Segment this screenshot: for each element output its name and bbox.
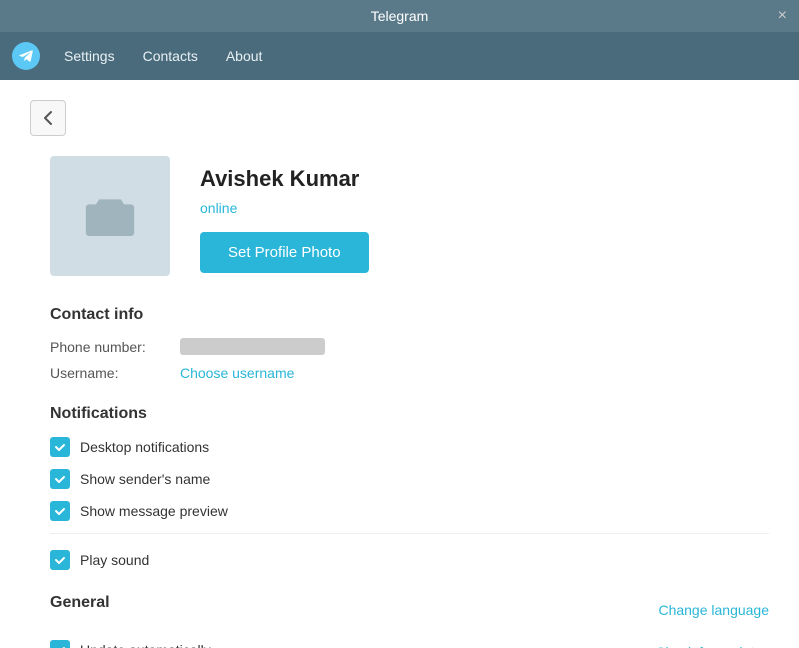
update-automatically-checkbox[interactable]: [50, 640, 70, 648]
title-bar: Telegram ×: [0, 0, 799, 32]
show-message-preview-label: Show message preview: [80, 503, 228, 519]
show-senders-name-checkbox[interactable]: [50, 469, 70, 489]
show-message-preview-row: Show message preview: [50, 501, 769, 521]
profile-status: online: [200, 200, 369, 216]
play-sound-checkbox[interactable]: [50, 550, 70, 570]
username-label: Username:: [50, 365, 180, 381]
menu-item-about[interactable]: About: [214, 42, 275, 70]
camera-icon: [85, 191, 135, 241]
check-icon: [54, 441, 66, 453]
check-icon: [54, 644, 66, 648]
app-logo: [12, 42, 40, 70]
update-automatically-label: Update automatically: [80, 642, 211, 648]
back-icon: [43, 110, 53, 126]
contact-info-section: Contact info Phone number: +91 301 302 0…: [50, 306, 769, 381]
close-button[interactable]: ×: [778, 8, 787, 24]
main-content: Avishek Kumar online Set Profile Photo C…: [0, 80, 799, 648]
notifications-section: Notifications Desktop notifications Show…: [50, 405, 769, 570]
play-sound-label: Play sound: [80, 552, 149, 568]
set-profile-photo-button[interactable]: Set Profile Photo: [200, 232, 369, 273]
check-icon: [54, 554, 66, 566]
profile-section: Avishek Kumar online Set Profile Photo: [50, 156, 769, 276]
play-sound-row: Play sound: [50, 550, 769, 570]
desktop-notifications-checkbox[interactable]: [50, 437, 70, 457]
menu-item-settings[interactable]: Settings: [52, 42, 127, 70]
profile-info: Avishek Kumar online Set Profile Photo: [200, 156, 369, 273]
notifications-title: Notifications: [50, 405, 769, 423]
check-for-updates-link[interactable]: Check for updates: [655, 644, 769, 648]
update-automatically-row: Update automatically: [50, 640, 211, 648]
phone-row: Phone number: +91 301 302 0000: [50, 338, 769, 355]
contact-info-title: Contact info: [50, 306, 769, 324]
show-message-preview-checkbox[interactable]: [50, 501, 70, 521]
back-button[interactable]: [30, 100, 66, 136]
profile-name: Avishek Kumar: [200, 166, 369, 192]
menu-item-contacts[interactable]: Contacts: [131, 42, 210, 70]
general-title: General: [50, 594, 110, 612]
telegram-icon: [17, 47, 35, 65]
change-language-link[interactable]: Change language: [658, 602, 769, 618]
divider: [50, 533, 769, 534]
avatar-placeholder: [50, 156, 170, 276]
show-senders-name-row: Show sender's name: [50, 469, 769, 489]
choose-username-link[interactable]: Choose username: [180, 365, 294, 381]
phone-label: Phone number:: [50, 339, 180, 355]
check-icon: [54, 505, 66, 517]
phone-value: +91 301 302 0000: [180, 338, 325, 355]
desktop-notifications-label: Desktop notifications: [80, 439, 209, 455]
menu-bar: Settings Contacts About: [0, 32, 799, 80]
app-title: Telegram: [371, 8, 429, 24]
show-senders-name-label: Show sender's name: [80, 471, 210, 487]
username-row: Username: Choose username: [50, 365, 769, 381]
check-icon: [54, 473, 66, 485]
general-section: General Change language Update automatic…: [50, 594, 769, 648]
general-header: General Change language: [50, 594, 769, 626]
desktop-notifications-row: Desktop notifications: [50, 437, 769, 457]
